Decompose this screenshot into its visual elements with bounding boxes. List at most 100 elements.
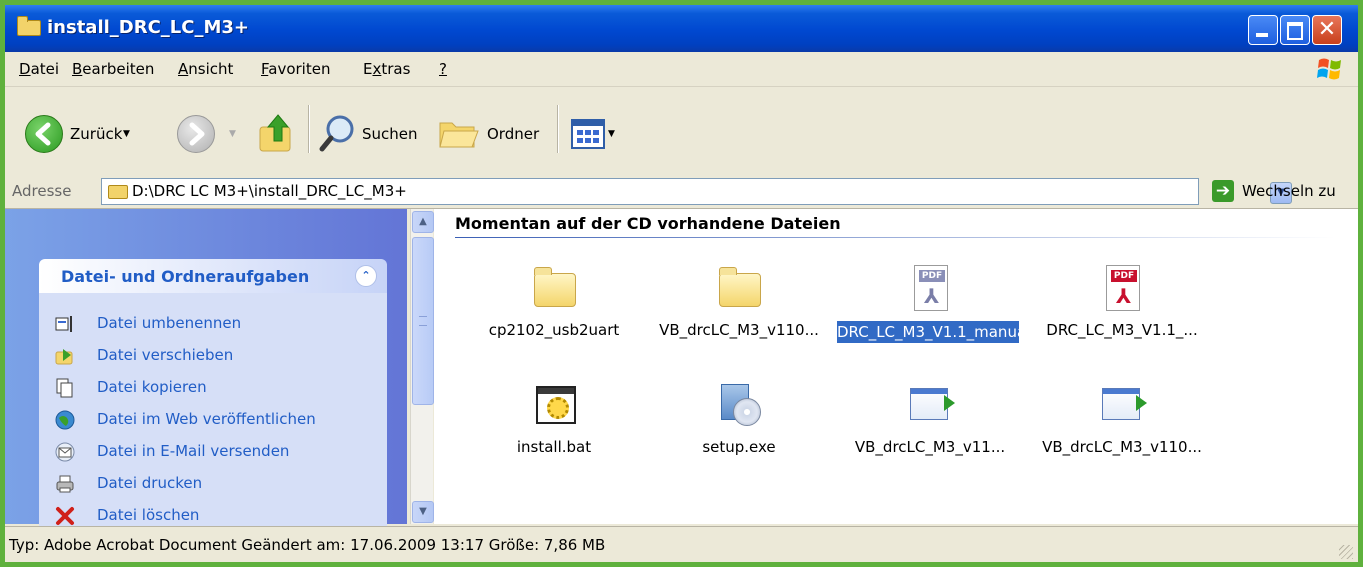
maximize-button[interactable] [1280, 15, 1310, 45]
folder-icon [17, 16, 41, 36]
task-label: Datei umbenennen [97, 314, 242, 332]
task-label: Datei verschieben [97, 346, 234, 364]
file-item-folder[interactable]: VB_drcLC_M3_v110... [644, 265, 834, 365]
folder-icon [530, 265, 578, 313]
task-label: Datei löschen [97, 506, 200, 524]
toolbar-separator [308, 105, 310, 153]
copy-icon [56, 378, 73, 398]
rename-icon [55, 316, 72, 332]
file-tasks-list: Datei umbenennen Datei verschieben Datei… [39, 293, 387, 533]
group-header: Momentan auf der CD vorhandene Dateien [455, 214, 841, 233]
file-item-pdf-selected[interactable]: PDF ⅄ DRC_LC_M3_V1.1_manual_de.pdf [835, 265, 1086, 365]
pdf-badge: PDF [1111, 270, 1137, 282]
file-item-pdf[interactable]: PDF ⅄ DRC_LC_M3_V1.1_... [1027, 265, 1217, 365]
search-icon [319, 115, 354, 152]
back-dropdown-icon[interactable]: ▼ [123, 129, 130, 139]
minimize-icon [1256, 33, 1268, 37]
forward-arrow-icon [177, 115, 215, 153]
go-label: Wechseln zu [1242, 182, 1336, 200]
minimize-button[interactable] [1248, 15, 1278, 45]
menu-label: atei [30, 60, 60, 78]
resize-grip-icon[interactable] [1339, 545, 1353, 559]
back-arrow-icon [25, 115, 63, 153]
menu-help[interactable]: ? [439, 60, 447, 78]
printer-icon [56, 475, 74, 493]
folder-icon [108, 185, 128, 199]
close-icon: ✕ [1317, 17, 1337, 42]
menu-accelerator: D [19, 60, 31, 78]
batch-file-icon [530, 382, 578, 430]
search-label: Suchen [362, 125, 418, 143]
scroll-up-button[interactable]: ▲ [412, 211, 434, 233]
move-icon [55, 349, 73, 365]
file-tasks-title: Datei- und Ordneraufgaben [61, 267, 310, 286]
task-label: Datei drucken [97, 474, 203, 492]
forward-dropdown-icon[interactable]: ▼ [229, 129, 236, 139]
vertical-scrollbar[interactable]: ▲ ▼ [410, 209, 434, 524]
menu-label: avoriten [268, 60, 331, 78]
file-name: VB_drcLC_M3_v110... [659, 321, 819, 339]
folder-up-icon[interactable] [258, 111, 298, 155]
collapse-chevron-icon[interactable]: ⌃ [355, 265, 377, 287]
file-list: Momentan auf der CD vorhandene Dateien c… [434, 209, 1358, 524]
views-icon [571, 119, 605, 149]
menu-accelerator: ? [439, 60, 447, 78]
menu-accelerator: B [72, 60, 83, 78]
file-name: VB_drcLC_M3_v110... [1042, 438, 1202, 456]
toolbar: Zurück ▼ ▼ Suchen Ordner ▼ [5, 87, 1358, 176]
pdf-badge: PDF [919, 270, 945, 282]
file-item-setup[interactable]: setup.exe [644, 382, 834, 482]
menu-bearbeiten[interactable]: Bearbeiten [72, 60, 154, 78]
title-bar[interactable]: install_DRC_LC_M3+ ✕ [5, 5, 1358, 52]
maximize-icon [1287, 22, 1303, 40]
scroll-thumb[interactable] [412, 237, 434, 405]
acrobat-glyph: ⅄ [1116, 284, 1132, 308]
file-name: DRC_LC_M3_V1.1_manual_de.pdf [837, 321, 1086, 343]
menu-extras[interactable]: Extras [363, 60, 410, 78]
address-input[interactable]: D:\DRC LC M3+\install_DRC_LC_M3+ ▼ [101, 178, 1292, 205]
folders-icon [439, 122, 479, 148]
back-label: Zurück [70, 125, 123, 143]
task-label: Datei im Web veröffentlichen [97, 410, 316, 428]
menu-ansicht[interactable]: Ansicht [178, 60, 233, 78]
folder-icon [715, 265, 763, 313]
address-path: D:\DRC LC M3+\install_DRC_LC_M3+ [132, 182, 407, 200]
window-title: install_DRC_LC_M3+ [47, 17, 249, 38]
email-icon [55, 442, 75, 462]
scroll-grip-icon [419, 316, 427, 326]
status-bar: Typ: Adobe Acrobat Document Geändert am:… [5, 526, 1358, 562]
file-item-exe[interactable]: VB_drcLC_M3_v11... [835, 382, 1025, 482]
pdf-icon: PDF ⅄ [1098, 265, 1146, 313]
file-name: VB_drcLC_M3_v11... [854, 438, 1006, 456]
file-name: install.bat [516, 438, 592, 456]
menu-favoriten[interactable]: Favoriten [261, 60, 330, 78]
acrobat-glyph: ⅄ [924, 284, 940, 308]
toolbar-separator [557, 105, 559, 153]
file-item-exe[interactable]: VB_drcLC_M3_v110... [1027, 382, 1217, 482]
file-item-bat[interactable]: install.bat [459, 382, 649, 482]
file-item-folder[interactable]: cp2102_usb2uart [459, 265, 649, 365]
task-label: Datei kopieren [97, 378, 207, 396]
application-icon [906, 382, 955, 430]
task-pane: Datei- und Ordneraufgaben ⌃ Datei umbene… [5, 209, 407, 533]
delete-icon [56, 507, 74, 525]
pdf-icon: PDF ⅄ [906, 265, 954, 313]
close-button[interactable]: ✕ [1312, 15, 1342, 45]
file-name: DRC_LC_M3_V1.1_... [1046, 321, 1198, 339]
explorer-window: install_DRC_LC_M3+ ✕ Datei Bearbeiten An… [5, 5, 1358, 562]
menu-bar: Datei Bearbeiten Ansicht Favoriten Extra… [5, 52, 1358, 87]
menu-datei[interactable]: Datei [19, 60, 59, 78]
web-publish-icon [55, 410, 75, 430]
file-tasks-header[interactable]: Datei- und Ordneraufgaben ⌃ [39, 259, 387, 293]
address-label: Adresse [12, 182, 72, 200]
group-divider [455, 237, 1335, 238]
file-name: setup.exe [702, 438, 776, 456]
menu-label: tras [381, 60, 411, 78]
address-bar: Adresse D:\DRC LC M3+\install_DRC_LC_M3+… [5, 175, 1358, 209]
menu-accelerator: A [178, 60, 189, 78]
scroll-down-button[interactable]: ▼ [412, 501, 434, 523]
status-text: Typ: Adobe Acrobat Document Geändert am:… [9, 536, 606, 554]
go-arrow-icon: ➔ [1212, 180, 1234, 202]
folders-label: Ordner [487, 125, 540, 143]
views-dropdown-icon: ▼ [608, 129, 615, 139]
